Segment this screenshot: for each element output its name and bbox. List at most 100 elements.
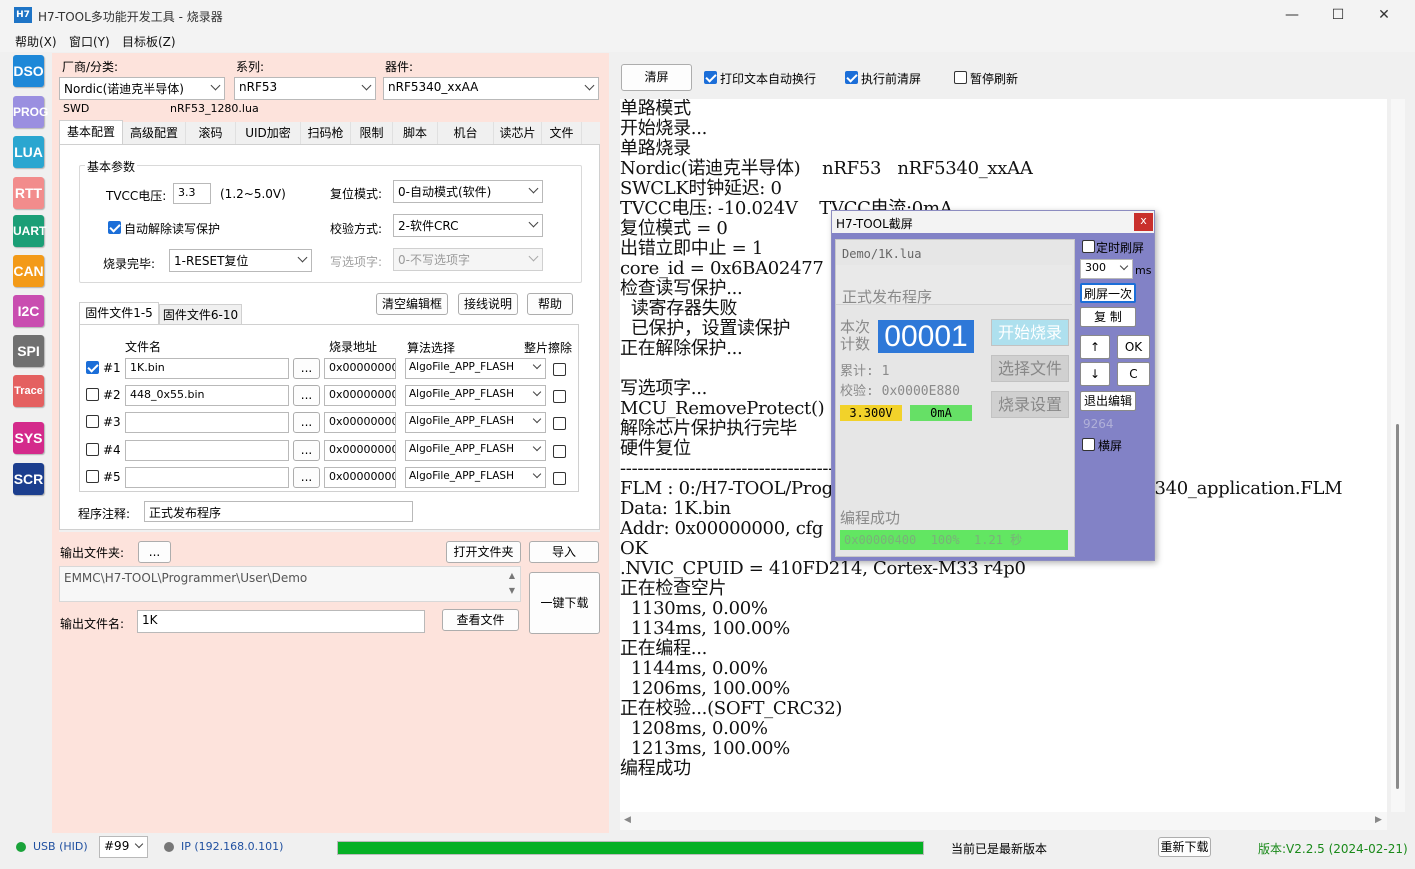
- scroll-right-icon[interactable]: ▶: [1375, 815, 1382, 825]
- tab-script[interactable]: 脚本: [393, 122, 438, 144]
- verify-select[interactable]: 2-软件CRC: [393, 214, 543, 237]
- firmware-enable-checkbox[interactable]: [86, 361, 99, 374]
- maximize-button[interactable]: ☐: [1315, 0, 1361, 31]
- output-folder-browse-button[interactable]: ...: [138, 541, 171, 563]
- clear-edit-button[interactable]: 清空编辑框: [376, 293, 448, 315]
- firmware-address-input[interactable]: 0x00000000: [324, 358, 396, 379]
- sidebar-can-button[interactable]: CAN: [13, 255, 44, 287]
- firmware-enable-checkbox[interactable]: [86, 470, 99, 483]
- sidebar-i2c-button[interactable]: I2C: [13, 295, 44, 327]
- c-button[interactable]: C: [1117, 362, 1150, 386]
- tab-file[interactable]: 文件: [542, 122, 582, 144]
- firmware-enable-checkbox[interactable]: [86, 443, 99, 456]
- sidebar-trace-button[interactable]: Trace: [13, 375, 44, 407]
- sidebar-rtt-button[interactable]: RTT: [13, 177, 44, 209]
- tab-limit[interactable]: 限制: [351, 122, 393, 144]
- sidebar-spi-button[interactable]: SPI: [13, 335, 44, 367]
- tvcc-input[interactable]: 3.3: [173, 183, 211, 204]
- firmware-address-input[interactable]: 0x00000000: [324, 467, 396, 488]
- sidebar-uart-button[interactable]: UART: [13, 215, 46, 247]
- firmware-browse-button[interactable]: ...: [293, 358, 320, 379]
- screenshot-close-button[interactable]: x: [1134, 213, 1153, 231]
- exit-edit-button[interactable]: 退出编辑: [1080, 391, 1136, 411]
- tab-read-chip[interactable]: 读芯片: [494, 122, 542, 144]
- landscape-checkbox[interactable]: [1082, 438, 1095, 451]
- redownload-button[interactable]: 重新下载: [1158, 837, 1211, 857]
- sidebar-dso-button[interactable]: DSO: [13, 55, 44, 87]
- firmware-address-input[interactable]: 0x00000000: [324, 412, 396, 433]
- chip-erase-checkbox[interactable]: [553, 445, 566, 458]
- sidebar-lua-button[interactable]: LUA: [13, 136, 44, 168]
- vendor-select[interactable]: Nordic(诺迪克半导体): [59, 77, 225, 100]
- output-name-input[interactable]: 1K: [137, 610, 425, 633]
- firmware-file-input[interactable]: [125, 467, 289, 488]
- firmware-enable-checkbox[interactable]: [86, 388, 99, 401]
- refresh-once-button[interactable]: 刷屏一次: [1080, 283, 1136, 303]
- tab-firmware-1-5[interactable]: 固件文件1-5: [79, 302, 159, 324]
- tab-uid-encrypt[interactable]: UID加密: [236, 122, 301, 144]
- up-button[interactable]: ↑: [1080, 335, 1110, 359]
- menu-window[interactable]: 窗口(Y): [69, 33, 110, 50]
- firmware-address-input[interactable]: 0x00000000: [324, 385, 396, 406]
- firmware-algorithm-select[interactable]: AlgoFile_APP_FLASH: [405, 440, 546, 461]
- scroll-left-icon[interactable]: ◀: [624, 815, 631, 825]
- console-vertical-scrollbar[interactable]: [1391, 99, 1405, 812]
- tab-scanner[interactable]: 扫码枪: [301, 122, 351, 144]
- screen-settings-button[interactable]: 烧录设置: [991, 391, 1069, 418]
- firmware-address-input[interactable]: 0x00000000: [324, 440, 396, 461]
- firmware-file-input[interactable]: 1K.bin: [125, 358, 289, 379]
- part-select[interactable]: nRF5340_xxAA: [383, 77, 599, 100]
- one-click-download-button[interactable]: 一键下载: [529, 572, 600, 634]
- chip-erase-checkbox[interactable]: [553, 472, 566, 485]
- tab-rolling-code[interactable]: 滚码: [186, 122, 236, 144]
- tab-firmware-6-10[interactable]: 固件文件6-10: [159, 304, 242, 324]
- timed-refresh-checkbox[interactable]: [1082, 240, 1095, 253]
- wiring-help-button[interactable]: 接线说明: [458, 293, 518, 315]
- help-button[interactable]: 帮助: [527, 293, 573, 315]
- pause-refresh-checkbox[interactable]: [954, 71, 967, 84]
- open-folder-button[interactable]: 打开文件夹: [446, 541, 521, 563]
- note-input[interactable]: 正式发布程序: [144, 501, 413, 522]
- refresh-interval-select[interactable]: 300: [1080, 259, 1133, 279]
- sidebar-scr-button[interactable]: SCR: [13, 463, 44, 495]
- firmware-algorithm-select[interactable]: AlgoFile_APP_FLASH: [405, 385, 546, 406]
- chip-erase-checkbox[interactable]: [553, 417, 566, 430]
- firmware-file-input[interactable]: [125, 412, 289, 433]
- ok-button[interactable]: OK: [1117, 335, 1150, 359]
- chip-erase-checkbox[interactable]: [553, 390, 566, 403]
- firmware-algorithm-select[interactable]: AlgoFile_APP_FLASH: [405, 358, 546, 379]
- reset-mode-select[interactable]: 0-自动模式(软件): [393, 180, 543, 203]
- menu-help[interactable]: 帮助(X): [15, 33, 57, 50]
- done-action-select[interactable]: 1-RESET复位: [169, 249, 312, 272]
- menu-target[interactable]: 目标板(Z): [122, 33, 176, 50]
- tab-basic[interactable]: 基本配置: [59, 120, 123, 144]
- firmware-file-input[interactable]: 448_0x55.bin: [125, 385, 289, 406]
- close-button[interactable]: ✕: [1361, 0, 1407, 31]
- screen-select-file-button[interactable]: 选择文件: [991, 355, 1069, 382]
- sidebar-sys-button[interactable]: SYS: [13, 422, 44, 454]
- tab-advanced[interactable]: 高级配置: [123, 122, 186, 144]
- firmware-browse-button[interactable]: ...: [293, 412, 320, 433]
- copy-button[interactable]: 复 制: [1080, 307, 1136, 327]
- firmware-file-input[interactable]: [125, 440, 289, 461]
- firmware-browse-button[interactable]: ...: [293, 385, 320, 406]
- firmware-browse-button[interactable]: ...: [293, 440, 320, 461]
- series-select[interactable]: nRF53: [234, 77, 376, 100]
- firmware-algorithm-select[interactable]: AlgoFile_APP_FLASH: [405, 412, 546, 433]
- slot-select[interactable]: #99: [99, 836, 148, 858]
- firmware-enable-checkbox[interactable]: [86, 415, 99, 428]
- chip-erase-checkbox[interactable]: [553, 363, 566, 376]
- screen-start-button[interactable]: 开始烧录: [991, 319, 1069, 346]
- down-button[interactable]: ↓: [1080, 362, 1110, 386]
- output-path-textbox[interactable]: EMMC\H7-TOOL\Programmer\User\Demo: [59, 566, 521, 602]
- path-scrollbar[interactable]: ▲ ▼: [505, 568, 519, 600]
- clear-before-checkbox[interactable]: [845, 71, 858, 84]
- scroll-thumb[interactable]: [1396, 424, 1399, 789]
- firmware-browse-button[interactable]: ...: [293, 467, 320, 488]
- auto-unprotect-checkbox[interactable]: [108, 221, 121, 234]
- minimize-button[interactable]: —: [1269, 0, 1315, 31]
- wrap-checkbox[interactable]: [704, 71, 717, 84]
- clear-screen-button[interactable]: 清屏: [621, 64, 692, 91]
- import-button[interactable]: 导入: [529, 541, 599, 563]
- view-file-button[interactable]: 查看文件: [442, 609, 519, 631]
